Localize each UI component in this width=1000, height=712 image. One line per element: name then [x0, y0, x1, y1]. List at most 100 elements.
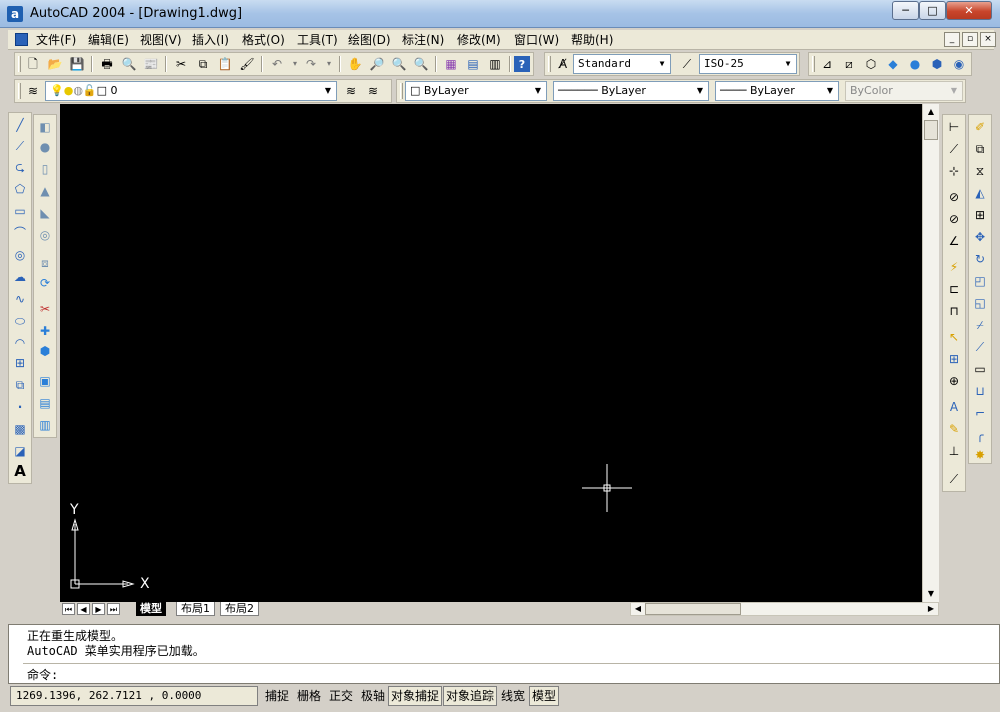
toolbar-grip[interactable] [400, 83, 403, 99]
break-icon[interactable]: ⊔ [970, 381, 990, 401]
prev-tab-icon[interactable]: ◀ [77, 603, 90, 615]
make-object-layer-current-icon[interactable]: ≋ [341, 81, 361, 101]
menu-tools[interactable]: 工具(T) [297, 32, 338, 48]
lock-icon[interactable]: 🔓 [83, 84, 97, 97]
horizontal-scrollbar[interactable]: ◀ ▶ [630, 602, 939, 616]
color-select[interactable]: □ ByLayer ▼ [405, 81, 547, 101]
first-tab-icon[interactable]: ⏮ [62, 603, 75, 615]
extend-icon[interactable]: ⟋ [970, 337, 990, 357]
chevron-down-icon[interactable]: ▼ [320, 82, 336, 100]
offset-icon[interactable]: ◭ [970, 183, 990, 203]
chevron-down-icon[interactable]: ▼ [692, 82, 708, 100]
dimension-style-icon[interactable]: ⟋ [944, 469, 964, 489]
menu-dimension[interactable]: 标注(N) [402, 32, 444, 48]
sun-icon[interactable]: ● [64, 84, 74, 97]
tolerance-icon[interactable]: ⊞ [944, 349, 964, 369]
dim-style-icon[interactable]: ⟋ [677, 54, 697, 74]
layer-manager-icon[interactable]: ≋ [23, 81, 43, 101]
chevron-down-icon[interactable]: ▼ [780, 55, 796, 73]
minimize-button[interactable]: ─ [892, 1, 919, 20]
paste-icon[interactable]: 📋 [215, 54, 235, 74]
copy-object-icon[interactable]: ⧉ [970, 139, 990, 159]
continue-dimension-icon[interactable]: ⊓ [944, 301, 964, 321]
text-style-select[interactable]: Standard ▼ [573, 54, 671, 74]
tool-palettes-icon[interactable]: ▥ [485, 54, 505, 74]
revision-cloud-icon[interactable]: ☁ [10, 267, 30, 287]
lineweight-select[interactable]: ──── ByLayer ▼ [715, 81, 839, 101]
ortho-toggle[interactable]: 正交 [326, 686, 356, 706]
pan-icon[interactable]: ✋ [345, 54, 365, 74]
setup-drawing-icon[interactable]: ▣ [35, 371, 55, 391]
2d-wireframe-icon[interactable]: ⊿ [817, 54, 837, 74]
menu-window[interactable]: 窗口(W) [514, 32, 559, 48]
hatch-icon[interactable]: ▩ [10, 419, 30, 439]
make-block-icon[interactable]: ⧉ [10, 375, 30, 395]
explode-icon[interactable]: ✸ [970, 445, 990, 465]
break-at-point-icon[interactable]: ▭ [970, 359, 990, 379]
doc-restore-button[interactable]: ▫ [962, 32, 978, 47]
diameter-dimension-icon[interactable]: ⊘ [944, 209, 964, 229]
flat-shaded-icon[interactable]: ◆ [883, 54, 903, 74]
erase-icon[interactable]: ✐ [970, 117, 990, 137]
linetype-select[interactable]: ────── ByLayer ▼ [553, 81, 709, 101]
properties-icon[interactable]: ▦ [441, 54, 461, 74]
toolbar-grip[interactable] [18, 83, 21, 99]
redo-icon[interactable]: ↷ [301, 54, 321, 74]
layer-select[interactable]: 💡●◍🔓□ 0 ▼ [45, 81, 337, 101]
polar-toggle[interactable]: 极轴 [358, 686, 388, 706]
menu-view[interactable]: 视图(V) [140, 32, 182, 48]
ordinate-dimension-icon[interactable]: ⊹ [944, 161, 964, 181]
trim-icon[interactable]: ⌿ [970, 315, 990, 335]
section-icon[interactable]: ✚ [35, 321, 55, 341]
open-icon[interactable]: 📂 [45, 54, 65, 74]
grid-toggle[interactable]: 栅格 [294, 686, 324, 706]
hidden-icon[interactable]: ⬡ [861, 54, 881, 74]
otrack-toggle[interactable]: 对象追踪 [443, 686, 497, 706]
wedge-icon[interactable]: ◣ [35, 203, 55, 223]
autocad-app-icon[interactable]: a [7, 6, 23, 22]
snap-toggle[interactable]: 捕捉 [262, 686, 292, 706]
doc-close-button[interactable]: × [980, 32, 996, 47]
menu-edit[interactable]: 编辑(E) [88, 32, 129, 48]
chevron-down-icon[interactable]: ▼ [654, 55, 670, 73]
zoom-previous-icon[interactable]: 🔍 [411, 54, 431, 74]
insert-block-icon[interactable]: ⊞ [10, 353, 30, 373]
freeze-vp-icon[interactable]: ◍ [73, 84, 83, 97]
ellipse-icon[interactable]: ⬭ [10, 311, 30, 331]
array-icon[interactable]: ⊞ [970, 205, 990, 225]
chevron-down-icon[interactable]: ▼ [822, 82, 838, 100]
construction-line-icon[interactable]: ⟋ [10, 136, 30, 156]
setup-profile-icon[interactable]: ▥ [35, 415, 55, 435]
horizontal-scroll-thumb[interactable] [645, 603, 741, 615]
menu-insert[interactable]: 插入(I) [192, 32, 229, 48]
scroll-up-arrow[interactable]: ▲ [923, 104, 939, 120]
3d-wireframe-icon[interactable]: ⧄ [839, 54, 859, 74]
extrude-icon[interactable]: ⧈ [35, 253, 55, 273]
menu-file[interactable]: 文件(F) [36, 32, 76, 48]
ellipse-arc-icon[interactable]: ◠ [10, 333, 30, 353]
multiline-text-icon[interactable]: A [10, 461, 30, 481]
plot-preview-icon[interactable]: 🔍 [119, 54, 139, 74]
line-icon[interactable]: ╱ [10, 115, 30, 135]
help-icon[interactable]: ? [514, 56, 530, 72]
gouraud-edges-icon[interactable]: ◉ [949, 54, 969, 74]
undo-icon[interactable]: ↶ [267, 54, 287, 74]
linear-dimension-icon[interactable]: ⊢ [944, 117, 964, 137]
scale-icon[interactable]: ◰ [970, 271, 990, 291]
circle-icon[interactable]: ◎ [10, 245, 30, 265]
angular-dimension-icon[interactable]: ∠ [944, 231, 964, 251]
polygon-icon[interactable]: ⬠ [10, 179, 30, 199]
tab-layout2[interactable]: 布局2 [220, 602, 259, 616]
sphere-icon[interactable]: ● [35, 137, 55, 157]
tab-layout1[interactable]: 布局1 [176, 602, 215, 616]
arc-icon[interactable]: ⌒ [10, 223, 30, 243]
copy-icon[interactable]: ⧉ [193, 54, 213, 74]
slice-icon[interactable]: ✂ [35, 299, 55, 319]
maximize-button[interactable]: □ [919, 1, 946, 20]
scroll-down-arrow[interactable]: ▼ [923, 586, 939, 602]
menu-format[interactable]: 格式(O) [242, 32, 285, 48]
osnap-toggle[interactable]: 对象捕捉 [388, 686, 442, 706]
chevron-down-icon[interactable]: ▼ [530, 82, 546, 100]
torus-icon[interactable]: ◎ [35, 225, 55, 245]
gouraud-shaded-icon[interactable]: ● [905, 54, 925, 74]
